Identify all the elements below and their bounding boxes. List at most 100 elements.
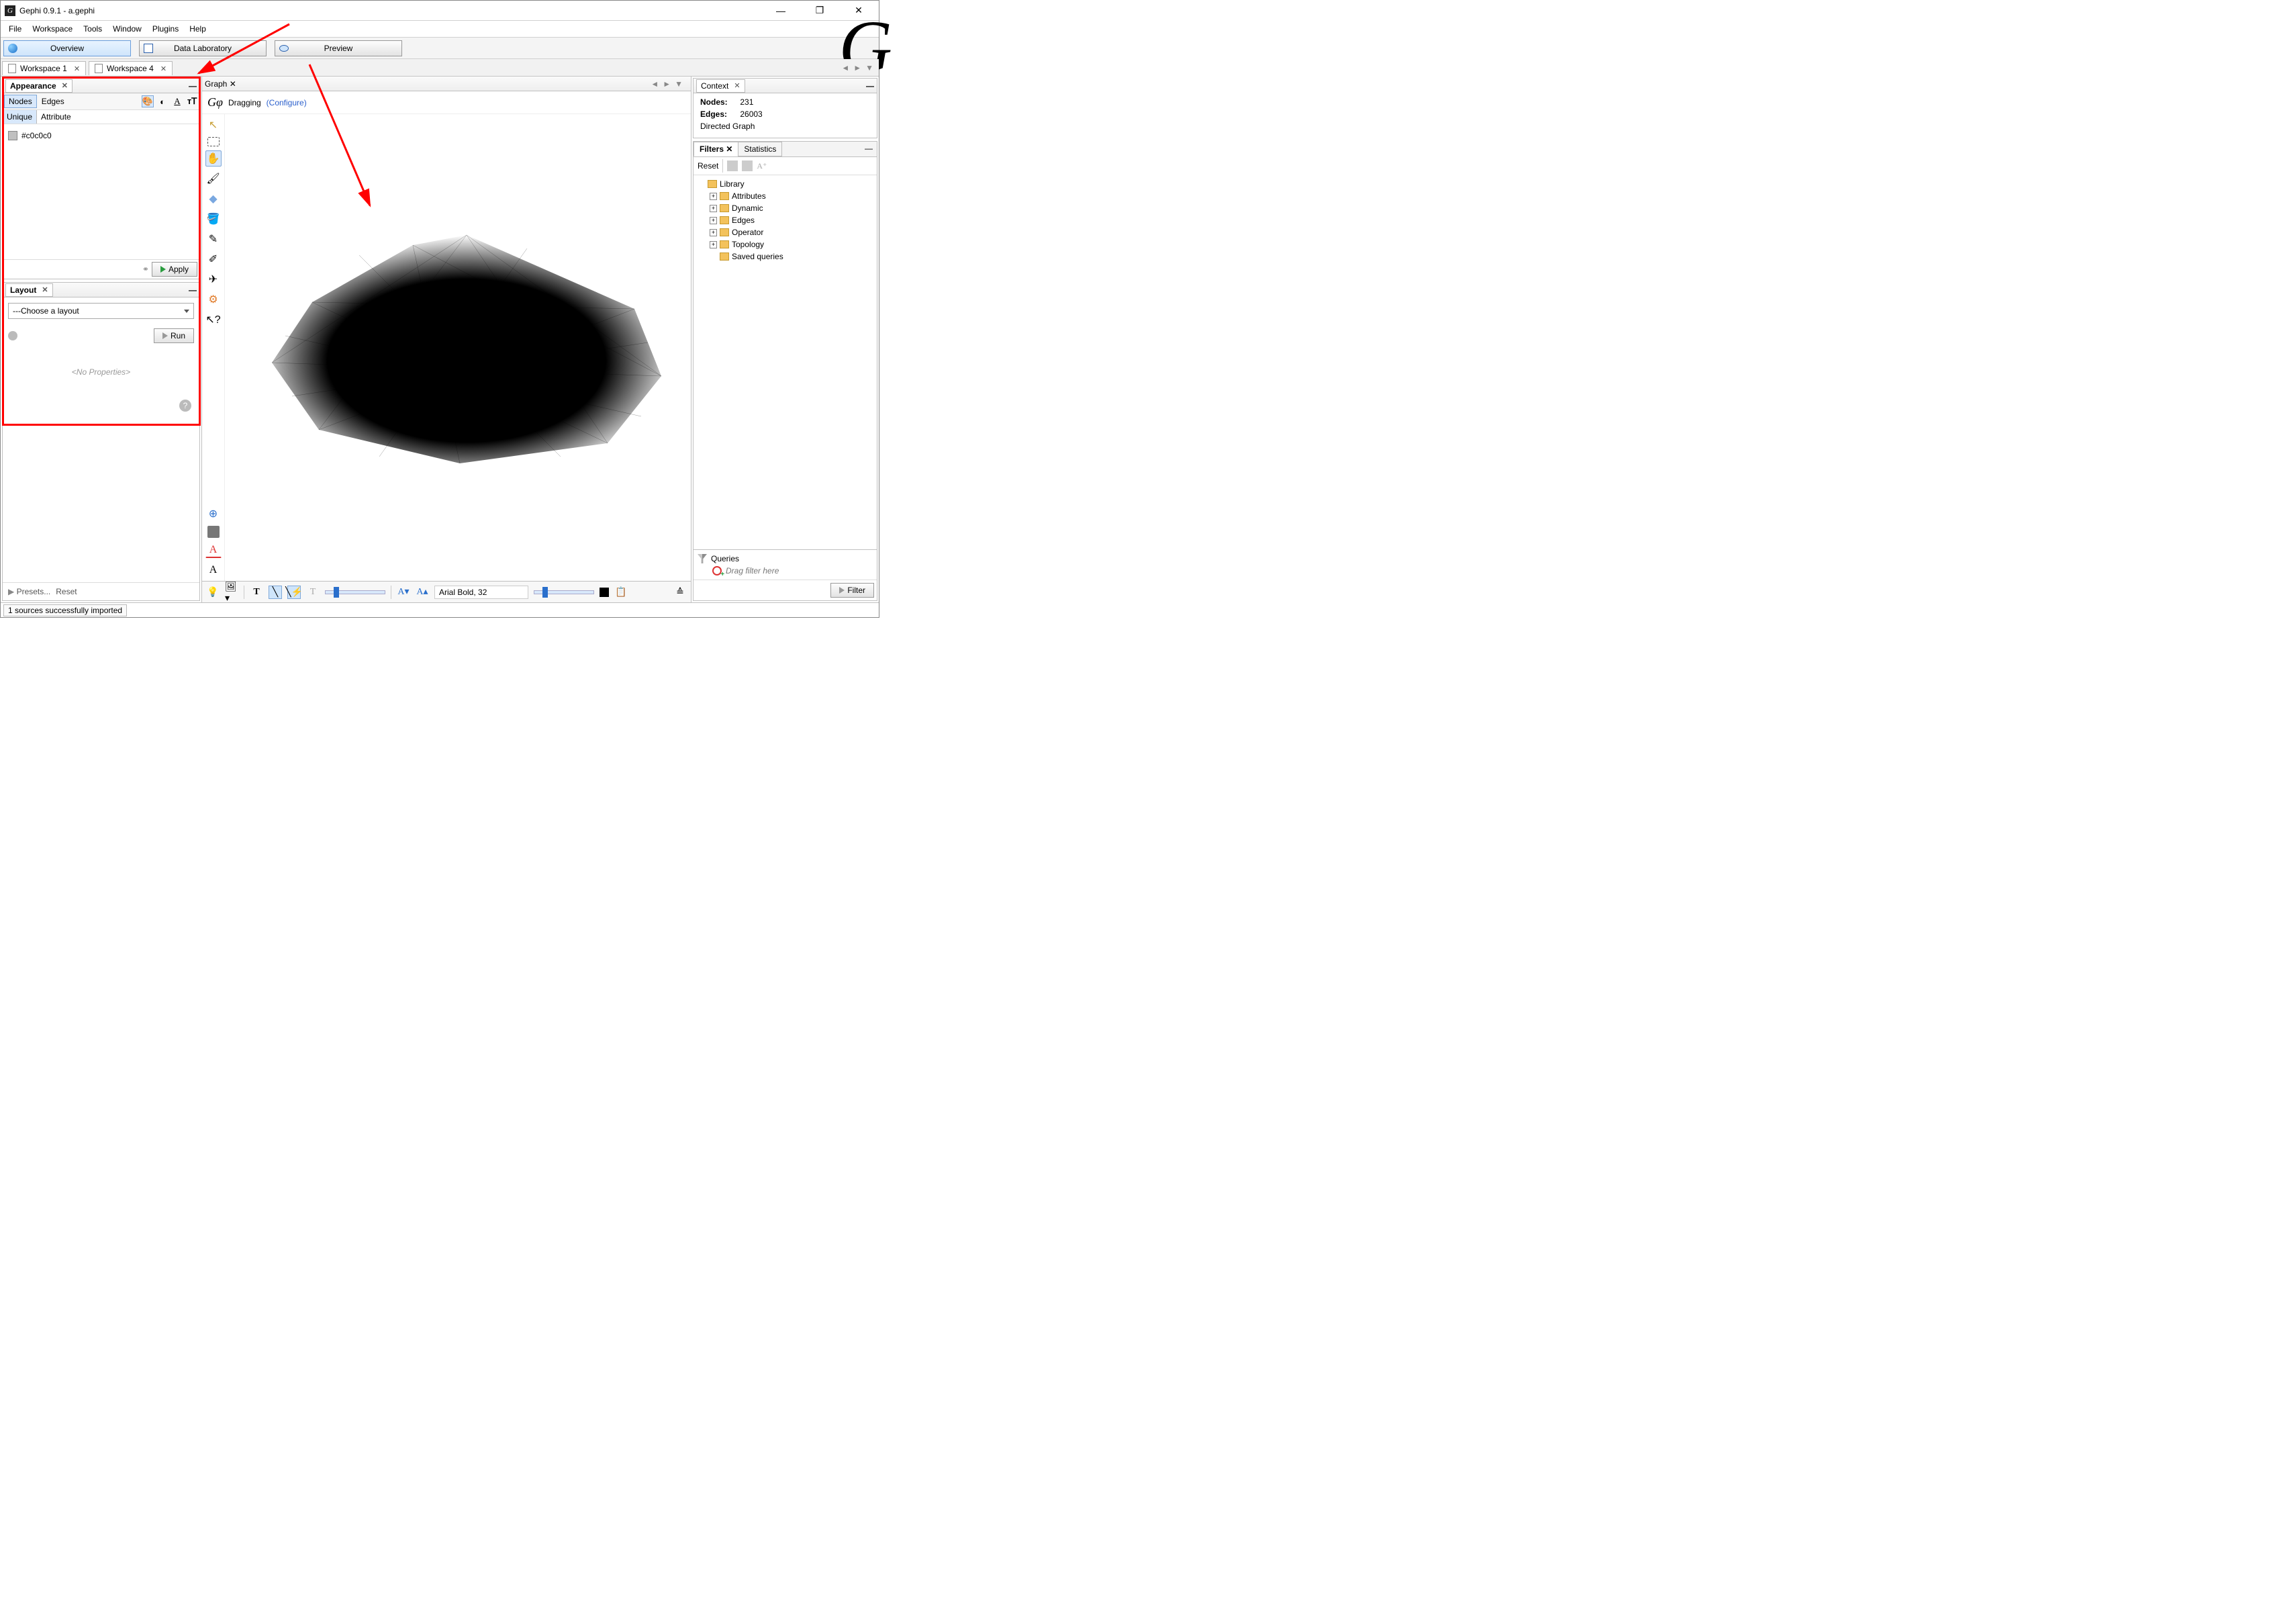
pencil-node-tool-icon[interactable]: ✎: [205, 231, 222, 247]
tree-library[interactable]: Library: [698, 178, 873, 190]
expand-icon[interactable]: +: [710, 229, 717, 236]
view-preview-button[interactable]: Preview: [275, 40, 402, 56]
tab-menu-button[interactable]: ▼: [675, 79, 683, 89]
expand-icon[interactable]: +: [710, 217, 717, 224]
graph-canvas[interactable]: [225, 114, 691, 581]
tree-saved-queries[interactable]: Saved queries: [710, 250, 873, 263]
tree-edges[interactable]: +Edges: [710, 214, 873, 226]
edge-color-icon[interactable]: ╲⚡: [287, 586, 301, 599]
minimize-panel-button[interactable]: —: [189, 285, 197, 295]
next-tab-button[interactable]: ►: [663, 79, 671, 89]
color-swatch-row[interactable]: #c0c0c0: [3, 124, 199, 147]
appearance-panel-tab[interactable]: Appearance ✕: [5, 79, 73, 93]
close-icon[interactable]: ✕: [726, 144, 732, 154]
mode-unique[interactable]: Unique: [3, 110, 37, 124]
workspace-menu-button[interactable]: ▼: [865, 63, 873, 73]
font-selector[interactable]: Arial Bold, 32: [434, 586, 528, 599]
layout-combobox[interactable]: ---Choose a layout: [8, 303, 194, 319]
airplane-tool-icon[interactable]: ✈: [205, 271, 222, 287]
minimize-panel-button[interactable]: —: [189, 81, 197, 91]
label-size-slider[interactable]: [534, 590, 594, 594]
tab-workspace-4[interactable]: Workspace 4 ✕: [89, 61, 173, 75]
prev-workspace-button[interactable]: ◄: [841, 63, 849, 73]
close-button[interactable]: ✕: [845, 3, 872, 19]
filter-icon-1[interactable]: [727, 160, 738, 171]
font-larger-icon[interactable]: A▴: [416, 586, 429, 599]
layout-panel-tab[interactable]: Layout ✕: [5, 283, 53, 297]
settings-gear-icon[interactable]: ⚙: [205, 291, 222, 308]
font-color-a-icon[interactable]: A: [205, 542, 222, 558]
reset-layout-button[interactable]: Reset: [56, 587, 77, 596]
tab-statistics[interactable]: Statistics: [738, 142, 782, 156]
minimize-panel-button[interactable]: —: [866, 81, 874, 91]
tree-dynamic[interactable]: +Dynamic: [710, 202, 873, 214]
screenshot-icon[interactable]: 🖼▾: [225, 586, 238, 599]
filter-button[interactable]: Filter: [830, 583, 874, 598]
minimize-panel-button[interactable]: —: [861, 142, 877, 156]
drag-tool-icon[interactable]: ✋: [205, 150, 222, 167]
menu-help[interactable]: Help: [185, 23, 210, 35]
close-icon[interactable]: ✕: [230, 79, 236, 89]
run-button[interactable]: Run: [154, 328, 194, 343]
label-toggle-icon[interactable]: T: [306, 586, 320, 599]
context-panel-tab[interactable]: Context ✕: [696, 79, 745, 93]
bucket-tool-icon[interactable]: 🪣: [205, 211, 222, 227]
presets-button[interactable]: ▶ Presets...: [8, 587, 50, 596]
view-overview-button[interactable]: Overview: [3, 40, 131, 56]
view-datalab-button[interactable]: Data Laboratory: [139, 40, 267, 56]
menu-file[interactable]: File: [5, 23, 26, 35]
close-icon[interactable]: ✕: [42, 285, 48, 294]
tree-operator[interactable]: +Operator: [710, 226, 873, 238]
brush-tool-icon[interactable]: 🖌: [205, 171, 222, 187]
tab-filters[interactable]: Filters ✕: [693, 142, 738, 156]
next-workspace-button[interactable]: ►: [853, 63, 861, 73]
reset-filters-button[interactable]: Reset: [698, 161, 718, 171]
appearance-tab-edges[interactable]: Edges: [37, 95, 69, 108]
rect-select-tool-icon[interactable]: [207, 137, 220, 146]
close-icon[interactable]: ✕: [734, 81, 740, 90]
size-icon[interactable]: ◐: [156, 95, 169, 107]
expand-toolbar-icon[interactable]: ≙: [673, 586, 687, 599]
background-color-icon[interactable]: [207, 526, 220, 538]
pointer-tool-icon[interactable]: ↖: [205, 117, 222, 133]
edge-toggle-icon[interactable]: ╲: [269, 586, 282, 599]
edge-weight-slider[interactable]: [325, 590, 385, 594]
pencil-edge-tool-icon[interactable]: ✐: [205, 251, 222, 267]
menu-plugins[interactable]: Plugins: [148, 23, 183, 35]
help-icon[interactable]: ?: [179, 400, 191, 412]
sizer-tool-icon[interactable]: ◆: [205, 191, 222, 207]
label-color-swatch[interactable]: [600, 588, 609, 597]
whatis-tool-icon[interactable]: ↖?: [205, 312, 222, 328]
attribute-text-icon[interactable]: 📋: [614, 586, 628, 599]
close-icon[interactable]: ✕: [160, 64, 166, 73]
mode-attribute[interactable]: Attribute: [37, 110, 75, 124]
close-icon[interactable]: ✕: [62, 81, 68, 90]
graph-panel-tab[interactable]: Graph ✕: [205, 79, 236, 89]
drag-filter-dropzone[interactable]: Drag filter here: [698, 566, 873, 575]
filter-text-icon[interactable]: A⁺: [757, 161, 767, 171]
menu-workspace[interactable]: Workspace: [28, 23, 77, 35]
label-color-icon[interactable]: A: [171, 95, 183, 107]
filter-icon-2[interactable]: [742, 160, 753, 171]
color-palette-icon[interactable]: 🎨: [142, 95, 154, 107]
label-size-icon[interactable]: т𝖳: [186, 95, 198, 107]
chain-icon[interactable]: ⚭: [142, 265, 149, 274]
expand-icon[interactable]: +: [710, 205, 717, 212]
tab-workspace-1[interactable]: Workspace 1 ✕: [2, 61, 86, 75]
menu-tools[interactable]: Tools: [79, 23, 106, 35]
zoom-reset-icon[interactable]: ⊕: [205, 506, 222, 522]
tree-attributes[interactable]: +Attributes: [710, 190, 873, 202]
menu-window[interactable]: Window: [109, 23, 146, 35]
maximize-button[interactable]: ❐: [806, 3, 833, 19]
close-icon[interactable]: ✕: [74, 64, 80, 73]
apply-button[interactable]: Apply: [152, 262, 197, 277]
appearance-tab-nodes[interactable]: Nodes: [4, 95, 37, 108]
expand-icon[interactable]: +: [710, 241, 717, 248]
font-smaller-icon[interactable]: A▾: [397, 586, 410, 599]
tree-topology[interactable]: +Topology: [710, 238, 873, 250]
prev-tab-button[interactable]: ◄: [651, 79, 659, 89]
lightbulb-icon[interactable]: 💡: [206, 586, 220, 599]
expand-icon[interactable]: +: [710, 193, 717, 200]
font-a-icon[interactable]: A: [205, 562, 222, 578]
minimize-button[interactable]: —: [767, 3, 794, 19]
